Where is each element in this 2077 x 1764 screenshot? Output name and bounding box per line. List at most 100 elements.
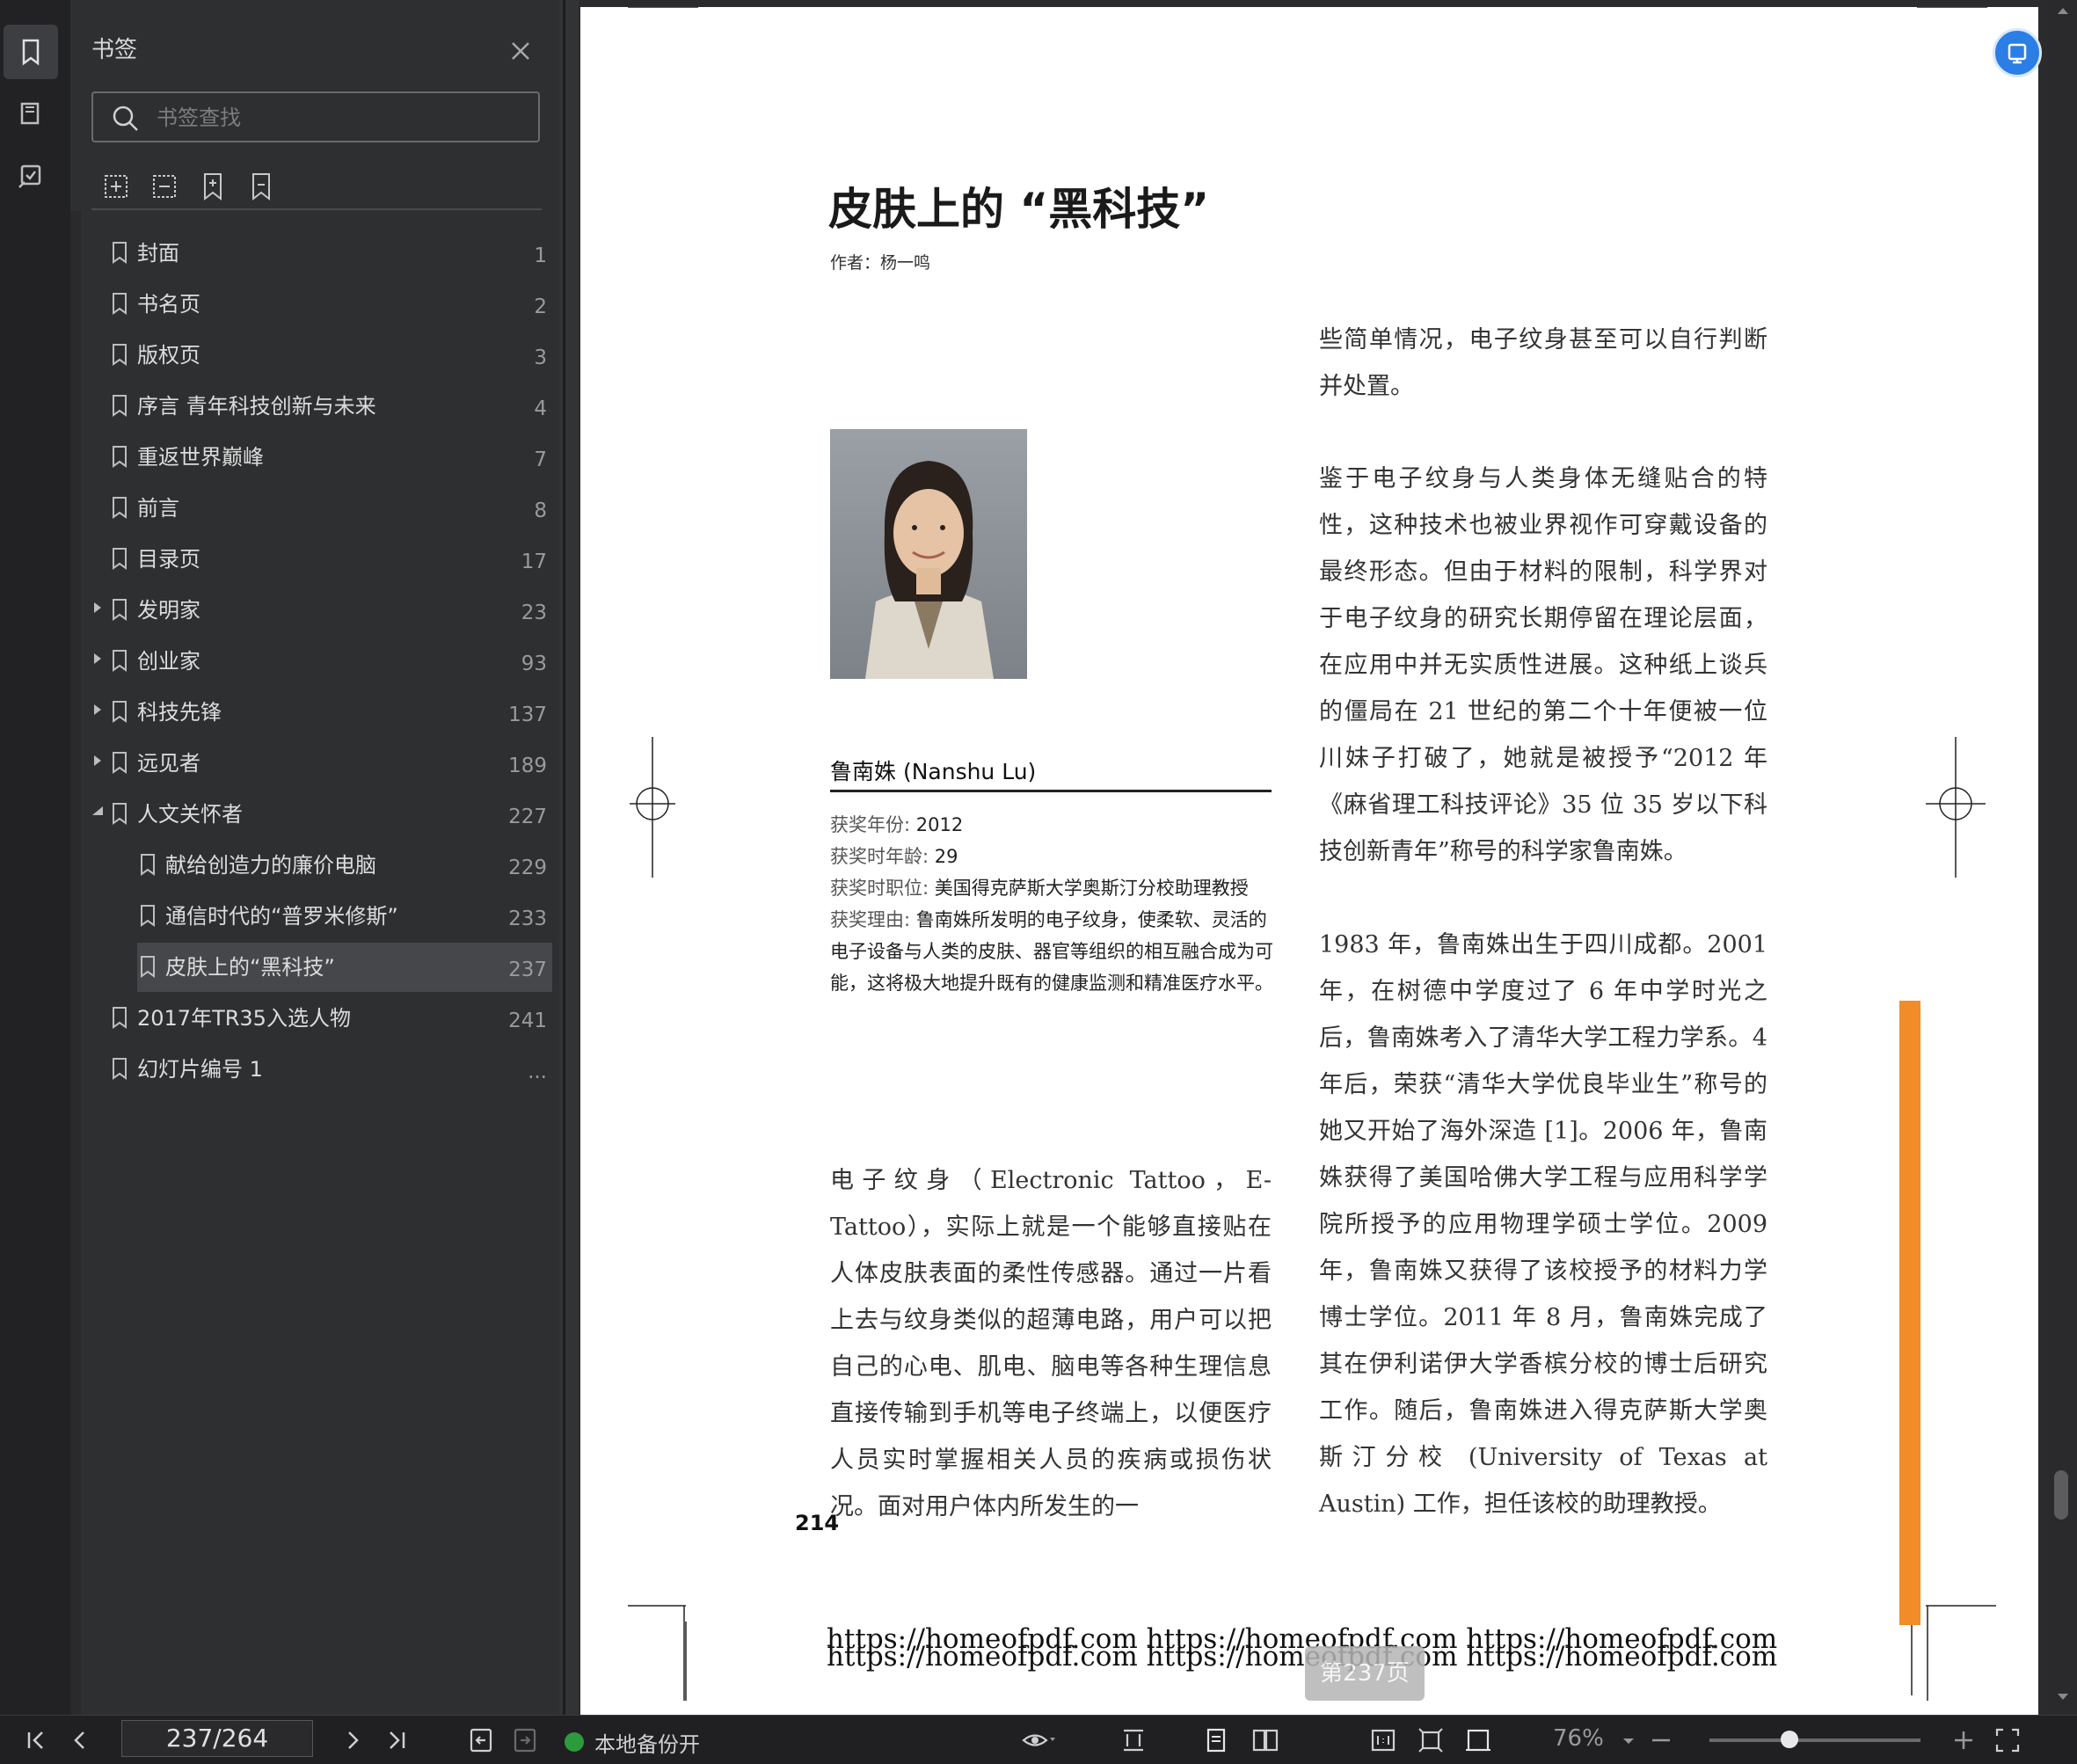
bookmark-icon	[113, 752, 127, 774]
bookmark-label: 皮肤上的“黑科技”	[165, 955, 335, 980]
crop-marks	[628, 7, 1996, 1701]
scroll-up-icon[interactable]	[2056, 5, 2070, 16]
bookmark-icon	[141, 905, 155, 927]
author-photo	[830, 429, 1027, 679]
back-icon	[470, 1728, 492, 1753]
current-page-text: 237/264	[165, 1724, 269, 1753]
last-page-button[interactable]	[382, 1725, 412, 1755]
bookmark-item[interactable]: 发明家 23	[88, 586, 552, 635]
bookmark-label: 序言 青年科技创新与未来	[137, 394, 376, 419]
bookmark-item[interactable]: 创业家 93	[88, 637, 552, 686]
go-forward-button[interactable]	[510, 1725, 540, 1755]
bookmark-item[interactable]: 幻灯片编号 1...	[88, 1045, 552, 1094]
bookmark-page-number: 1	[534, 244, 547, 267]
bookmark-icon	[113, 497, 127, 519]
next-page-button[interactable]	[338, 1725, 368, 1755]
bookmark-item[interactable]: 书名页 2	[88, 280, 552, 329]
expand-caret-icon[interactable]	[91, 601, 104, 614]
bookmark-label: 创业家	[137, 649, 200, 674]
thumbnail-icon	[20, 102, 40, 125]
expand-caret-icon[interactable]	[91, 652, 104, 665]
zoom-dropdown-button[interactable]	[1620, 1725, 1637, 1755]
bookmark-item[interactable]: 前言 8	[88, 484, 552, 533]
fit-page-button[interactable]	[1416, 1725, 1446, 1755]
bookmark-page-number: 3	[534, 346, 547, 369]
continuous-scroll-button[interactable]	[1119, 1725, 1148, 1755]
read-mode-icon	[2008, 43, 2027, 64]
body-paragraph-right-1: 些简单情况，电子纹身甚至可以自行判断并处置。	[1319, 326, 1767, 400]
bookmark-label: 发明家	[137, 598, 200, 623]
bookmark-label: 科技先锋	[137, 700, 222, 725]
close-panel-button[interactable]	[503, 33, 538, 69]
document-scrollbar[interactable]	[2049, 0, 2077, 1715]
bookmark-tab-button[interactable]	[4, 25, 58, 79]
remove-bookmark-button[interactable]	[244, 169, 279, 204]
plus-icon	[1955, 1731, 1972, 1749]
bookmark-item[interactable]: 目录页 17	[88, 535, 552, 584]
annotation-tab-button[interactable]	[4, 149, 58, 204]
bookmark-label: 幻灯片编号 1	[137, 1057, 263, 1082]
expand-caret-icon[interactable]	[91, 754, 104, 767]
double-page-button[interactable]	[1250, 1725, 1280, 1755]
scroll-down-icon[interactable]	[2056, 1692, 2070, 1702]
first-page-button[interactable]	[21, 1725, 51, 1755]
single-page-icon	[1206, 1728, 1226, 1753]
bookmark-item[interactable]: 皮肤上的“黑科技” 237	[137, 943, 552, 992]
fit-width-icon	[1466, 1729, 1490, 1752]
pdf-page: 皮肤上的 “黑科技” 作者：杨一鸣 鲁南姝 (Nanshu Lu) 获奖年份: …	[580, 7, 2038, 1715]
add-bookmark-icon	[204, 173, 222, 201]
bookmark-page-number: 227	[508, 805, 547, 828]
expand-caret-icon[interactable]	[91, 703, 104, 716]
page-number-input[interactable]: 237/264	[121, 1720, 313, 1757]
zoom-slider-track[interactable]	[1709, 1738, 1920, 1742]
go-back-button[interactable]	[466, 1725, 496, 1755]
bookmark-item[interactable]: 科技先锋 137	[88, 688, 552, 737]
first-page-icon	[27, 1731, 43, 1749]
previous-page-button[interactable]	[65, 1725, 95, 1755]
scroll-mode-icon	[1124, 1729, 1143, 1752]
forward-icon	[514, 1728, 536, 1753]
bookmark-icon	[113, 599, 127, 621]
collapse-caret-icon[interactable]	[91, 805, 104, 818]
bookmark-icon	[141, 854, 155, 876]
bookmark-label: 前言	[137, 496, 179, 521]
bookmark-label: 重返世界巅峰	[137, 445, 264, 470]
zoom-out-button[interactable]	[1646, 1725, 1676, 1755]
bookmark-item[interactable]: 版权页 3	[88, 331, 552, 380]
zoom-in-button[interactable]	[1949, 1725, 1979, 1755]
thumbnail-tab-button[interactable]	[4, 86, 58, 141]
add-bookmark-button[interactable]	[195, 169, 230, 204]
bookmark-item[interactable]: 重返世界巅峰 7	[88, 433, 552, 482]
bookmark-search-input[interactable]	[155, 100, 528, 135]
bookmark-item[interactable]: 封面 1	[88, 229, 552, 278]
floating-action-button[interactable]	[1993, 28, 2042, 77]
single-page-button[interactable]	[1201, 1725, 1231, 1755]
bookmark-search-box[interactable]	[91, 91, 540, 142]
panel-scrollbar[interactable]	[70, 211, 81, 1715]
fit-width-button[interactable]	[1463, 1725, 1493, 1755]
article-author: 作者：杨一鸣	[830, 253, 931, 273]
panel-splitter[interactable]	[559, 0, 579, 1715]
expand-all-icon	[105, 175, 128, 198]
actual-size-button[interactable]	[1368, 1725, 1398, 1755]
bookmark-item[interactable]: 献给创造力的廉价电脑 229	[88, 841, 552, 890]
scrollbar-thumb[interactable]	[2054, 1470, 2068, 1520]
backup-status-text[interactable]: 本地备份开	[594, 1727, 700, 1758]
collapse-all-button[interactable]	[147, 169, 182, 204]
zoom-level[interactable]: 76%	[1553, 1725, 1604, 1752]
bookmark-icon	[113, 293, 127, 315]
bookmark-page-number: 229	[508, 856, 547, 879]
bookmark-item[interactable]: 2017年TR35入选人物 241	[88, 994, 552, 1043]
page-indicator-badge: 第237页	[1305, 1646, 1425, 1701]
fit-page-icon	[1418, 1728, 1443, 1753]
bookmark-icon	[113, 701, 127, 723]
bookmark-item[interactable]: 人文关怀者 227	[88, 790, 552, 839]
expand-all-button[interactable]	[98, 169, 134, 204]
bookmark-item[interactable]: 序言 青年科技创新与未来 4	[88, 382, 552, 431]
bookmark-item[interactable]: 远见者 189	[88, 739, 552, 788]
fullscreen-icon	[1995, 1728, 2020, 1753]
bookmark-page-number: ...	[528, 1061, 547, 1083]
eye-protect-button[interactable]	[1020, 1725, 1055, 1755]
bookmark-item[interactable]: 通信时代的“普罗米修斯” 233	[88, 892, 552, 941]
fullscreen-button[interactable]	[1993, 1725, 2022, 1755]
